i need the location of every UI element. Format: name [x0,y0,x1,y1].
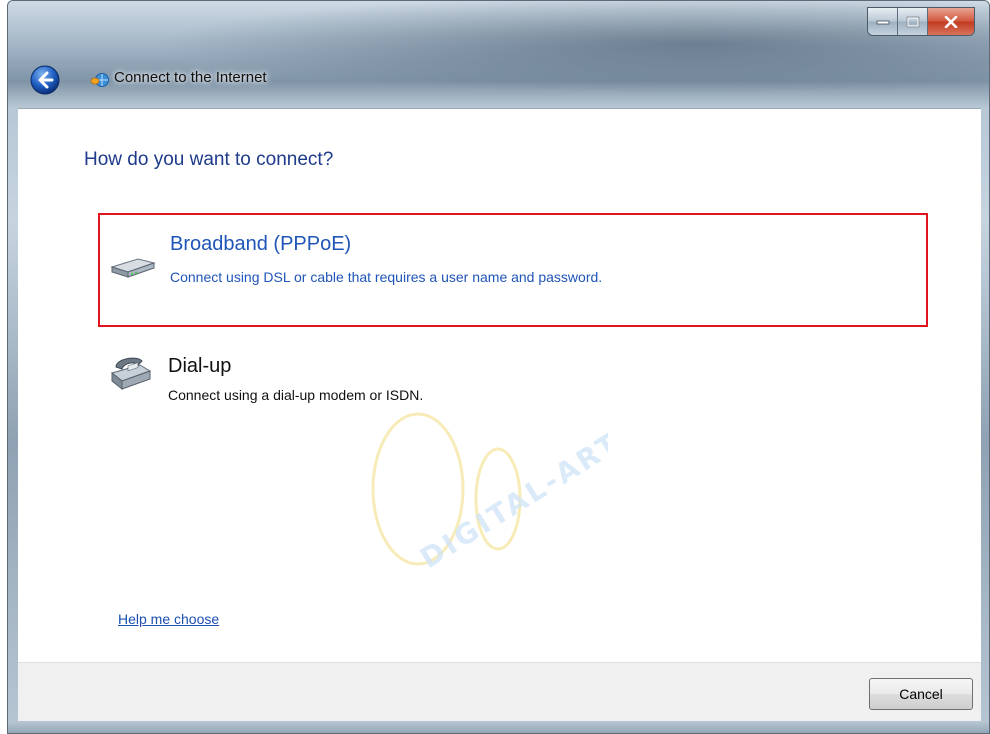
option-dialup[interactable]: Dial-up Connect using a dial-up modem or… [98,345,928,415]
back-arrow-icon[interactable] [30,65,60,95]
option-broadband[interactable]: Broadband (PPPoE) Connect using DSL or c… [98,213,928,327]
network-globe-icon [90,72,110,88]
wizard-window: Connect to the Internet How do you want … [7,0,990,734]
caption-buttons [867,7,975,36]
option-title: Broadband (PPPoE) [170,233,352,255]
dialup-phone-icon [106,353,154,393]
close-icon[interactable] [928,8,974,35]
title-bar: Connect to the Internet [8,1,989,108]
option-title: Dial-up [168,355,232,377]
window-title: Connect to the Internet [114,69,267,86]
watermark-text: DIGITAL-ART.IR [414,400,608,575]
maximize-icon[interactable] [898,8,928,35]
option-description: Connect using DSL or cable that requires… [170,269,603,285]
broadband-modem-icon [108,245,156,285]
minimize-icon[interactable] [868,8,898,35]
wizard-footer: Cancel [18,662,981,722]
option-description: Connect using a dial-up modem or ISDN. [168,387,424,403]
cancel-button[interactable]: Cancel [869,678,973,710]
wizard-content: How do you want to connect? Broadband (P… [18,108,981,663]
help-me-choose-link[interactable]: Help me choose [118,611,219,627]
window-bottom-frame [8,721,989,733]
page-heading: How do you want to connect? [84,149,334,170]
